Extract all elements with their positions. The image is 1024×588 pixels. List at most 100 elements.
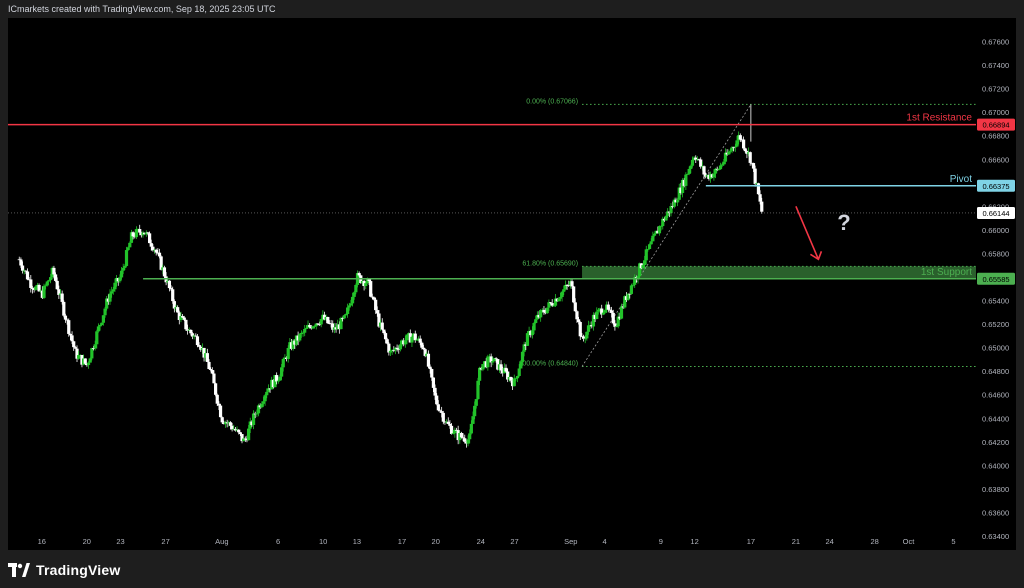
candle-body — [575, 311, 579, 320]
candle-body — [350, 296, 355, 304]
candle-body — [742, 139, 746, 149]
y-tick-label: 0.65400 — [982, 297, 1009, 306]
candle-body — [375, 310, 379, 314]
candle-body — [286, 348, 290, 359]
candle-body — [49, 277, 53, 281]
candle-body — [301, 332, 305, 334]
candle-body — [420, 342, 424, 348]
candle-body — [176, 307, 180, 313]
candle-body — [251, 413, 256, 425]
candle-body — [532, 323, 536, 331]
candle-body — [499, 364, 503, 371]
candle-body — [530, 330, 535, 336]
candle-body — [37, 284, 41, 292]
candle — [476, 377, 480, 400]
candle-body — [611, 312, 615, 324]
candle-body — [276, 380, 280, 382]
candle-body — [194, 335, 198, 337]
candle-body — [748, 152, 752, 163]
candle-body — [441, 412, 445, 422]
candle-body — [88, 358, 92, 363]
candle-body — [646, 249, 650, 250]
candle-body — [123, 266, 127, 268]
candle-body — [519, 361, 523, 369]
candle-body — [138, 229, 142, 233]
candle-body — [374, 299, 378, 311]
current-price-tag-text: 0.66144 — [982, 209, 1009, 218]
candle-body — [421, 347, 426, 350]
candle-body — [280, 367, 284, 377]
candle-body — [385, 339, 389, 344]
candle-body — [316, 323, 320, 325]
candle-body — [539, 310, 543, 318]
candle-body — [659, 226, 663, 227]
level-price-tag-text: 0.66375 — [982, 182, 1009, 191]
candle-body — [47, 280, 51, 282]
candle-body — [514, 378, 518, 380]
x-tick-label: Aug — [215, 537, 228, 546]
candle-body — [121, 267, 125, 271]
x-tick-label: 17 — [747, 537, 755, 546]
x-tick-label: 27 — [510, 537, 518, 546]
candle-body — [596, 309, 601, 312]
tradingview-logo[interactable]: TradingView — [8, 560, 120, 580]
y-tick-label: 0.67200 — [982, 85, 1009, 94]
candle-body — [298, 334, 302, 341]
candle-body — [388, 350, 393, 353]
candle-body — [631, 284, 635, 286]
candle — [162, 265, 167, 278]
candle-body — [228, 422, 233, 426]
candle-body — [586, 325, 591, 332]
candle-body — [90, 348, 94, 359]
candle-body — [207, 361, 211, 370]
candle-body — [689, 165, 693, 169]
candle-body — [184, 319, 188, 330]
candle-body — [474, 399, 478, 406]
candle-body — [647, 244, 652, 250]
candle-body — [756, 183, 761, 195]
candle-body — [735, 140, 739, 147]
candle-body — [478, 367, 482, 381]
candle-body — [608, 309, 612, 311]
candle-body — [728, 150, 733, 152]
candle-body — [717, 169, 721, 170]
candle-body — [550, 303, 554, 306]
price-chart[interactable]: 0.67600 0.67400 0.67200 0.67000 0.66800 0.666… — [0, 0, 1024, 588]
candle — [218, 403, 223, 418]
candle-body — [562, 289, 566, 292]
candle-body — [438, 410, 442, 412]
candle-body — [743, 148, 747, 152]
candle-body — [171, 289, 175, 302]
candle-body — [261, 401, 266, 404]
candle-body — [644, 249, 648, 261]
candle-body — [601, 312, 605, 315]
candle-body — [583, 338, 587, 340]
x-tick-label: 9 — [659, 537, 663, 546]
candle-body — [103, 308, 107, 316]
candle-body — [473, 405, 477, 417]
candle-body — [614, 326, 619, 328]
candle-body — [545, 307, 549, 314]
candle-body — [95, 331, 99, 345]
candle-body — [643, 260, 647, 266]
candle-body — [215, 394, 219, 404]
candle-body — [548, 302, 553, 304]
candle-body — [431, 377, 436, 388]
level-name: 1st Resistance — [906, 113, 972, 124]
candle-body — [702, 166, 706, 175]
candle-body — [481, 364, 485, 370]
candle-body — [212, 373, 216, 384]
candle-body — [738, 135, 742, 140]
candle-body — [629, 285, 634, 294]
candle-body — [509, 376, 513, 381]
candle-body — [238, 432, 242, 435]
candle-body — [685, 173, 690, 175]
y-tick-label: 0.64200 — [982, 438, 1009, 447]
x-tick-label: 5 — [951, 537, 955, 546]
candle-body — [699, 159, 703, 167]
candle-body — [217, 403, 221, 406]
candle-body — [181, 316, 185, 318]
candle-body — [753, 168, 757, 184]
candle-body — [34, 286, 38, 290]
y-tick-label: 0.64000 — [982, 461, 1009, 470]
